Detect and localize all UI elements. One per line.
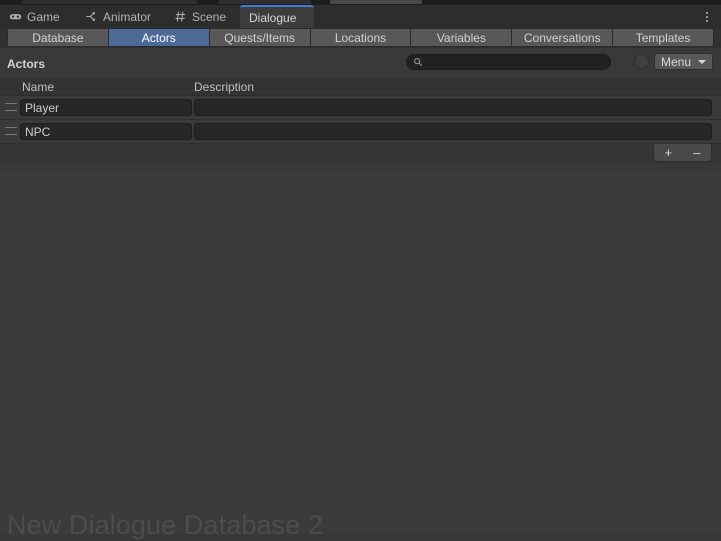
table-header-row: Name Description <box>0 77 721 96</box>
actor-name-field[interactable]: Player <box>20 99 192 116</box>
search-field[interactable] <box>406 54 611 70</box>
list-footer-buttons: + – <box>653 144 712 162</box>
gamepad-icon <box>9 10 22 23</box>
upper-tab-partial-1[interactable] <box>22 0 197 4</box>
tab-animator-label: Animator <box>103 9 152 24</box>
grid-hash-icon <box>174 10 187 23</box>
page-title: Actors <box>7 57 46 71</box>
clear-circle-icon[interactable] <box>634 54 649 69</box>
animator-branch-icon <box>85 10 98 23</box>
remove-actor-button[interactable]: – <box>686 146 708 159</box>
tab-animator[interactable]: Animator <box>76 5 160 28</box>
column-header-name: Name <box>22 80 55 94</box>
tab-game[interactable]: Game <box>0 5 73 28</box>
upper-tab-partial-3[interactable] <box>330 0 422 4</box>
menu-dropdown-label: Menu <box>660 54 691 69</box>
actor-description-field[interactable] <box>194 99 712 116</box>
subtab-bar: Database Actors Quests/Items Locations V… <box>0 28 721 48</box>
subtab-locations[interactable]: Locations <box>310 28 412 47</box>
subtab-variables[interactable]: Variables <box>411 28 513 47</box>
actor-description-field[interactable] <box>194 123 712 140</box>
subtab-templates[interactable]: Templates <box>613 28 715 47</box>
tab-scene-label: Scene <box>192 9 227 24</box>
database-watermark: New Dialogue Database 2 <box>7 510 323 540</box>
table-row[interactable]: NPC <box>0 120 721 144</box>
actors-list: Name Description Player NPC + – <box>0 77 721 164</box>
subtab-actors[interactable]: Actors <box>108 28 210 47</box>
drag-handle-icon[interactable] <box>5 127 17 135</box>
actor-name-field[interactable]: NPC <box>20 123 192 140</box>
subtab-quests-items[interactable]: Quests/Items <box>209 28 311 47</box>
kebab-menu-icon[interactable] <box>700 9 714 25</box>
drag-handle-icon[interactable] <box>5 103 17 111</box>
chevron-down-icon <box>698 59 706 64</box>
table-row[interactable]: Player <box>0 96 721 120</box>
tab-game-label: Game <box>27 9 60 24</box>
upper-tab-partial-2[interactable] <box>218 0 311 4</box>
subtab-database[interactable]: Database <box>7 28 109 47</box>
column-header-description: Description <box>194 80 255 94</box>
tab-scene[interactable]: Scene <box>165 5 235 28</box>
list-footer: + – <box>0 144 721 164</box>
search-input[interactable] <box>423 55 604 69</box>
editor-empty-area: New Dialogue Database 2 <box>0 173 721 540</box>
tab-dialogue[interactable]: Dialogue <box>240 5 314 28</box>
add-actor-button[interactable]: + <box>657 146 679 159</box>
window-tabstrip: Game Animator Scene Dialogue <box>0 5 721 29</box>
subtab-conversations[interactable]: Conversations <box>512 28 614 47</box>
menu-dropdown-button[interactable]: Menu <box>653 53 713 70</box>
section-header: Actors Menu <box>0 48 721 77</box>
tab-dialogue-label: Dialogue <box>249 10 297 25</box>
search-icon <box>413 57 423 67</box>
